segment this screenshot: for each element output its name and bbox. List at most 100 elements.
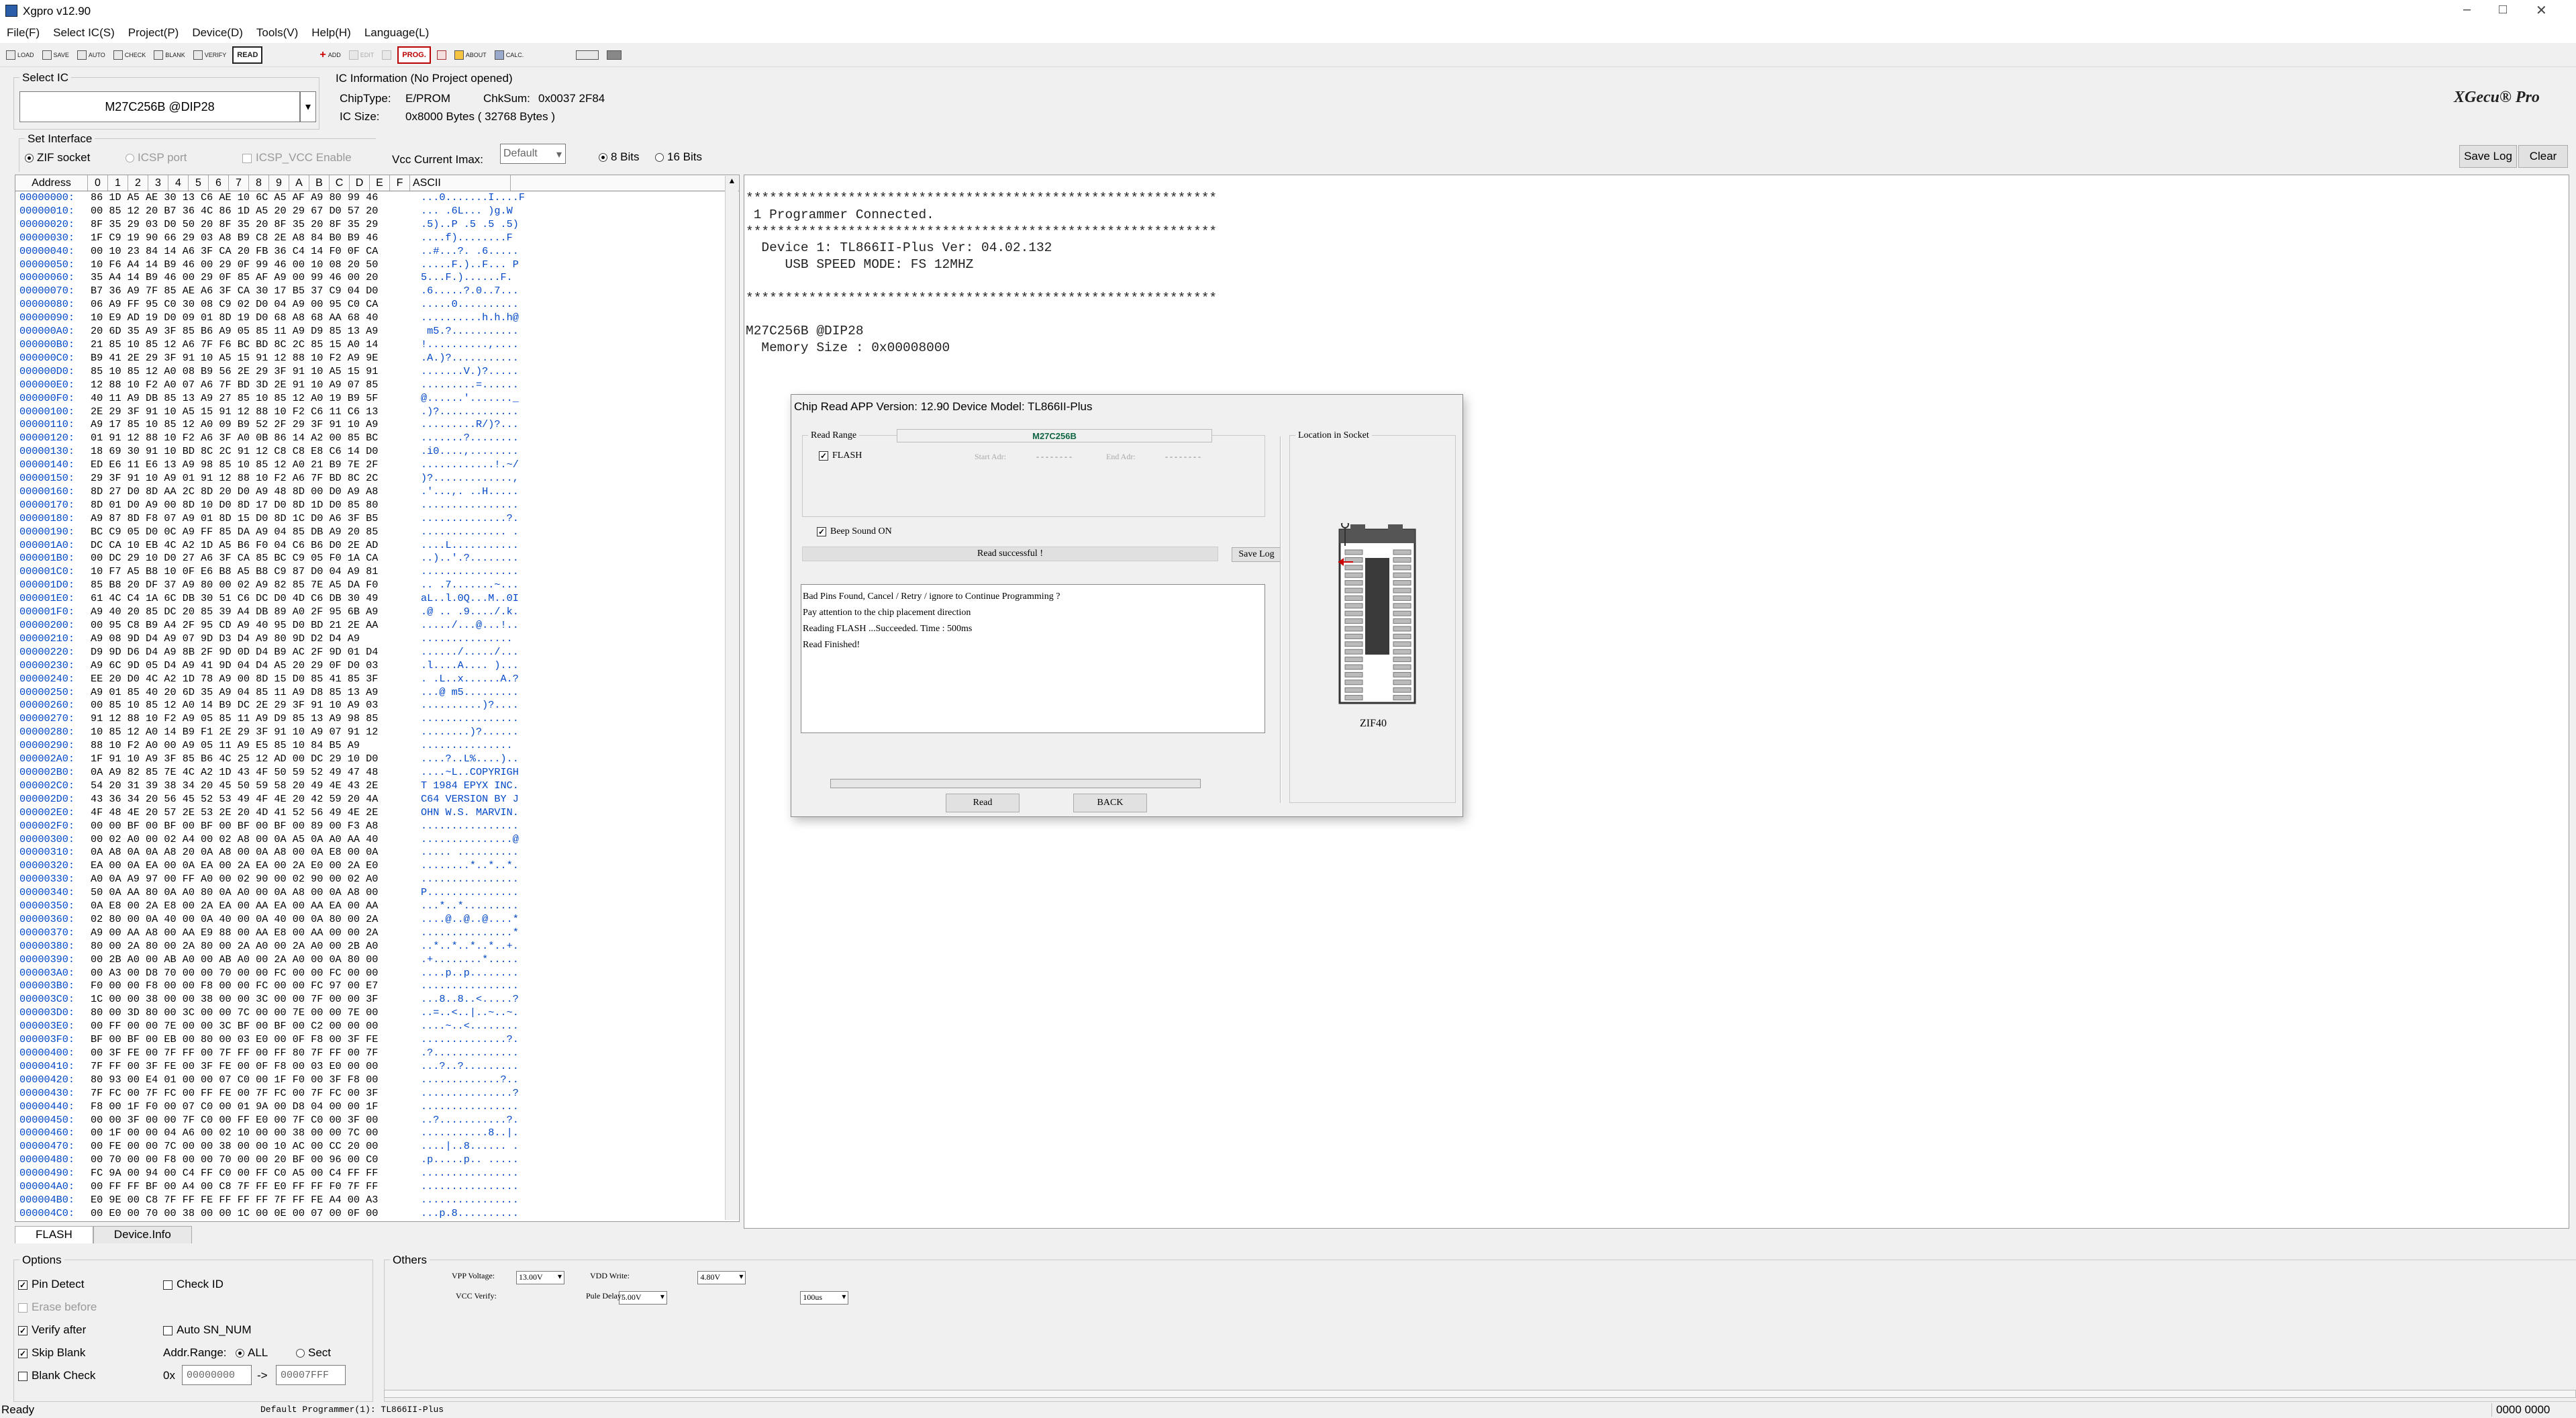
auto-sn-checkbox[interactable]: [163, 1325, 172, 1335]
verify-after-option[interactable]: Verify after: [18, 1323, 86, 1337]
hex-row[interactable]: 00000260: 00 85 10 85 12 A0 14 B9 DC 2E 2…: [15, 699, 739, 712]
maximize-button[interactable]: □: [2499, 2, 2507, 17]
clear-button[interactable]: Clear: [2518, 145, 2568, 168]
hex-row[interactable]: 00000150: 29 3F 91 10 A9 01 91 12 88 10 F…: [15, 472, 739, 485]
pin-detect-checkbox[interactable]: [18, 1280, 28, 1290]
hex-row[interactable]: 000001F0: A9 40 20 85 DC 20 85 39 A4 DB 8…: [15, 606, 739, 619]
blank-button[interactable]: BLANK: [152, 46, 187, 64]
hex-row[interactable]: 00000220: D9 9D D6 D4 A9 8B 2F 9D 0D D4 B…: [15, 646, 739, 659]
hex-row[interactable]: 000003A0: 00 A3 00 D8 70 00 00 70 00 00 F…: [15, 967, 739, 980]
hex-row[interactable]: 000004A0: 00 FF FF BF 00 A4 00 C8 7F FF E…: [15, 1180, 739, 1194]
edit2-button[interactable]: [380, 46, 393, 64]
icsp-vcc-checkbox[interactable]: [242, 153, 252, 163]
hex-row[interactable]: 00000340: 50 0A AA 80 0A A0 80 0A A0 00 0…: [15, 886, 739, 900]
about-button[interactable]: ABOUT: [452, 46, 489, 64]
hex-row[interactable]: 00000120: 01 91 12 88 10 F2 A6 3F A0 0B 8…: [15, 432, 739, 445]
hex-row[interactable]: 00000400: 00 3F FE 00 7F FF 00 7F FF 00 F…: [15, 1047, 739, 1060]
hex-row[interactable]: 00000080: 06 A9 FF 95 C0 30 08 C9 02 D0 0…: [15, 298, 739, 312]
flash-checkbox[interactable]: [819, 451, 828, 461]
hex-row[interactable]: 00000300: 00 02 A0 00 02 A4 00 02 A8 00 0…: [15, 833, 739, 847]
hex-row[interactable]: 00000180: A9 87 8D F8 07 A9 01 8D 15 D0 8…: [15, 512, 739, 526]
hex-row[interactable]: 000001A0: DC CA 10 EB 4C A2 1D A5 B6 F0 0…: [15, 539, 739, 553]
menu-file[interactable]: File(F): [7, 26, 40, 40]
hex-row[interactable]: 00000410: 7F FF 00 3F FE 00 3F FE 00 0F F…: [15, 1060, 739, 1074]
hex-row[interactable]: 00000360: 02 80 00 0A 40 00 0A 40 00 0A 4…: [15, 913, 739, 927]
hex-row[interactable]: 00000130: 18 69 30 91 10 BD 8C 2C 91 12 C…: [15, 445, 739, 459]
hex-editor[interactable]: Address 0 1 2 3 4 5 6 7 8 9 A B C D E F …: [15, 175, 740, 1222]
hex-row[interactable]: 000002A0: 1F 91 10 A9 3F 85 B6 4C 25 12 A…: [15, 753, 739, 766]
hex-row[interactable]: 00000370: A9 00 AA A8 00 AA E9 88 00 AA E…: [15, 927, 739, 940]
calc-button[interactable]: CALC.: [493, 46, 526, 64]
auto-sn-option[interactable]: Auto SN_NUM: [163, 1323, 251, 1337]
hex-row[interactable]: 00000110: A9 17 85 10 85 12 A0 09 B9 52 2…: [15, 418, 739, 432]
hex-row[interactable]: 00000170: 8D 01 D0 A9 00 8D 10 D0 8D 17 D…: [15, 499, 739, 512]
hex-row[interactable]: 00000190: BC C9 05 D0 0C A9 FF 85 DA A9 0…: [15, 526, 739, 539]
menu-device[interactable]: Device(D): [192, 26, 243, 40]
hex-row[interactable]: 000003D0: 80 00 3D 80 00 3C 00 00 7C 00 0…: [15, 1006, 739, 1020]
menu-select-ic[interactable]: Select IC(S): [53, 26, 115, 40]
hex-row[interactable]: 00000470: 00 FE 00 00 7C 00 00 38 00 00 1…: [15, 1140, 739, 1153]
hex-row[interactable]: 00000060: 35 A4 14 B9 46 00 29 0F 85 AF A…: [15, 271, 739, 285]
hex-row[interactable]: 000001C0: 10 F7 A5 B8 10 0F E6 B8 A5 B8 C…: [15, 565, 739, 579]
hex-row[interactable]: 00000450: 00 00 3F 00 00 7F C0 00 FF E0 0…: [15, 1114, 739, 1127]
hex-row[interactable]: 00000420: 80 93 00 E4 01 00 00 07 C0 00 1…: [15, 1074, 739, 1087]
hex-row[interactable]: 00000010: 00 85 12 20 B7 36 4C 86 1D A5 2…: [15, 205, 739, 218]
load-button[interactable]: LOAD: [4, 46, 36, 64]
dialog-save-log-button[interactable]: Save Log: [1232, 547, 1281, 562]
hex-row[interactable]: 00000430: 7F FC 00 7F FC 00 FF FE 00 7F F…: [15, 1087, 739, 1100]
check-button[interactable]: CHECK: [111, 46, 148, 64]
hex-row[interactable]: 00000020: 8F 35 29 03 D0 50 20 8F 35 20 8…: [15, 218, 739, 232]
scroll-up-icon[interactable]: ▲: [726, 176, 738, 185]
hex-row[interactable]: 00000200: 00 95 C8 B9 A4 2F 95 CD A9 40 9…: [15, 619, 739, 632]
addr-from-input[interactable]: 00000000: [182, 1365, 252, 1385]
zif-socket-option[interactable]: ZIF socket: [25, 151, 90, 164]
add-button[interactable]: + ADD: [317, 46, 342, 64]
icsp-vcc-option[interactable]: ICSP_VCC Enable: [242, 151, 352, 164]
hex-row[interactable]: 000003C0: 1C 00 00 38 00 00 38 00 00 3C 0…: [15, 993, 739, 1006]
sixteen-bits-radio[interactable]: [655, 153, 664, 162]
menu-language[interactable]: Language(L): [364, 26, 429, 40]
tab-flash[interactable]: FLASH: [15, 1226, 93, 1243]
skip-blank-checkbox[interactable]: [18, 1348, 28, 1358]
hex-row[interactable]: 00000030: 1F C9 19 90 66 29 03 A8 B9 C8 2…: [15, 232, 739, 245]
addr-all-option[interactable]: ALL: [236, 1346, 268, 1360]
hex-row[interactable]: 000002D0: 43 36 34 20 56 45 52 53 49 4F 4…: [15, 793, 739, 806]
prog-button[interactable]: PROG.: [397, 46, 431, 64]
hex-row[interactable]: 00000210: A9 08 9D D4 A9 07 9D D3 D4 A9 8…: [15, 632, 739, 646]
flash-option[interactable]: FLASH: [819, 451, 862, 461]
hex-row[interactable]: 000003B0: F0 00 00 F8 00 00 F8 00 00 FC 0…: [15, 980, 739, 993]
hex-row[interactable]: 00000440: F8 00 1F F0 00 07 C0 00 01 9A 0…: [15, 1100, 739, 1114]
hex-row[interactable]: 00000460: 00 1F 00 00 04 A6 00 02 10 00 0…: [15, 1127, 739, 1140]
hex-row[interactable]: 00000380: 80 00 2A 80 00 2A 80 00 2A A0 0…: [15, 940, 739, 953]
chip-button[interactable]: [435, 46, 448, 64]
hex-row[interactable]: 00000000: 86 1D A5 AE 30 13 C6 AE 10 6C A…: [15, 191, 739, 205]
hex-row[interactable]: 00000290: 88 10 F2 A0 00 A9 05 11 A9 E5 8…: [15, 739, 739, 753]
skip-blank-option[interactable]: Skip Blank: [18, 1346, 85, 1360]
hex-row[interactable]: 00000350: 0A E8 00 2A E8 00 2A EA 00 AA E…: [15, 900, 739, 913]
hex-row[interactable]: 00000480: 00 70 00 00 F8 00 00 70 00 00 2…: [15, 1153, 739, 1167]
hex-row[interactable]: 00000390: 00 2B A0 00 AB A0 00 AB A0 00 2…: [15, 953, 739, 967]
vcc-select[interactable]: Default ▾: [500, 144, 566, 164]
close-button[interactable]: ✕: [2536, 2, 2547, 19]
hex-row[interactable]: 00000100: 2E 29 3F 91 10 A5 15 91 12 88 1…: [15, 406, 739, 419]
pulse-select[interactable]: 100us: [800, 1291, 849, 1305]
hex-row[interactable]: 00000050: 10 F6 A4 14 B9 46 00 29 0F 99 4…: [15, 258, 739, 272]
beep-checkbox[interactable]: [817, 526, 826, 536]
hex-row[interactable]: 00000240: EE 20 D0 4C A2 1D 78 A9 00 8D 1…: [15, 673, 739, 686]
check-id-checkbox[interactable]: [163, 1280, 172, 1290]
chevron-down-icon[interactable]: ▾: [300, 91, 316, 122]
check-id-option[interactable]: Check ID: [163, 1278, 224, 1291]
zif-radio[interactable]: [25, 154, 34, 163]
addr-sect-option[interactable]: Sect: [296, 1346, 331, 1360]
auto-button[interactable]: AUTO: [75, 46, 107, 64]
vdd-select[interactable]: 4.80V: [697, 1271, 746, 1284]
hex-row[interactable]: 000002C0: 54 20 31 39 38 34 20 45 50 59 5…: [15, 779, 739, 793]
tv-button[interactable]: [605, 46, 624, 64]
erase-before-option[interactable]: Erase before: [18, 1301, 97, 1314]
hex-row[interactable]: 000001B0: 00 DC 29 10 D0 27 A6 3F CA 85 B…: [15, 552, 739, 565]
hex-row[interactable]: 000003E0: 00 FF 00 00 7E 00 00 3C BF 00 B…: [15, 1020, 739, 1033]
beep-option[interactable]: Beep Sound ON: [817, 526, 892, 537]
hex-row[interactable]: 00000070: B7 36 A9 7F 85 AE A6 3F CA 30 1…: [15, 285, 739, 298]
hex-row[interactable]: 00000320: EA 00 0A EA 00 0A EA 00 2A EA 0…: [15, 859, 739, 873]
settings-button[interactable]: [574, 46, 601, 64]
